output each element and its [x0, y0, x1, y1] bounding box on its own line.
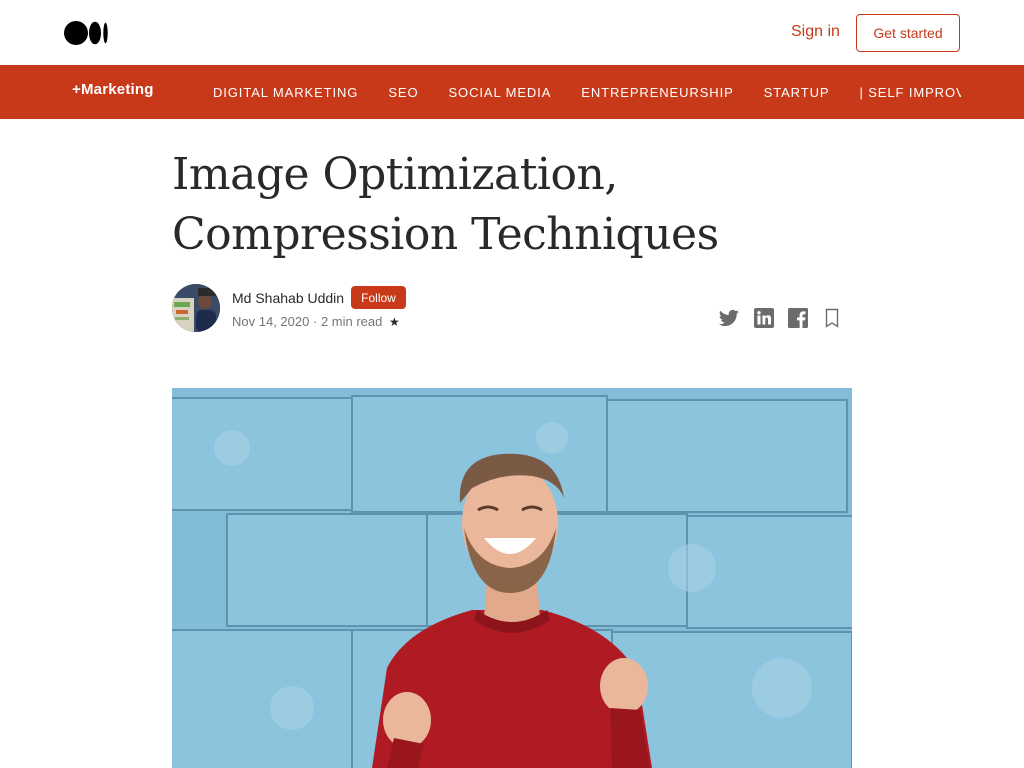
top-bar: Sign in Get started — [0, 0, 1024, 65]
publication-nav: +Marketing DIGITAL MARKETING SEO SOCIAL … — [0, 65, 1024, 119]
hero-image — [172, 388, 852, 768]
member-star-icon: ★ — [388, 315, 400, 329]
nav-item-self-improvement[interactable]: | SELF IMPROVEMENT — [859, 85, 961, 100]
follow-button[interactable]: Follow — [351, 286, 406, 309]
nav-item-entrepreneurship[interactable]: ENTREPRENEURSHIP — [581, 85, 733, 100]
avatar[interactable] — [172, 284, 220, 332]
facebook-icon[interactable] — [786, 306, 810, 330]
nav-item-seo[interactable]: SEO — [388, 85, 418, 100]
publication-nav-items: DIGITAL MARKETING SEO SOCIAL MEDIA ENTRE… — [213, 65, 961, 119]
publish-date: Nov 14, 2020 — [232, 314, 310, 329]
read-time: 2 min read — [320, 314, 383, 329]
publication-logo[interactable]: +Marketing — [72, 81, 154, 98]
author-name[interactable]: Md Shahab Uddin — [232, 290, 344, 306]
nav-item-digital-marketing[interactable]: DIGITAL MARKETING — [213, 85, 358, 100]
twitter-icon[interactable] — [717, 306, 741, 330]
linkedin-icon[interactable] — [752, 306, 776, 330]
hero-photo — [172, 388, 852, 768]
article-meta: Nov 14, 2020 · 2 min read ★ — [232, 314, 400, 329]
nav-item-social-media[interactable]: SOCIAL MEDIA — [448, 85, 551, 100]
sign-in-link[interactable]: Sign in — [791, 23, 840, 41]
get-started-button[interactable]: Get started — [856, 14, 960, 52]
medium-logo-icon[interactable] — [64, 21, 110, 45]
meta-separator: · — [312, 314, 318, 329]
bookmark-icon[interactable] — [820, 306, 844, 330]
article-title: Image Optimization, Compression Techniqu… — [172, 149, 719, 260]
author-row: Md Shahab Uddin Follow Nov 14, 2020 · 2 … — [172, 284, 852, 334]
nav-item-startup[interactable]: STARTUP — [764, 85, 830, 100]
